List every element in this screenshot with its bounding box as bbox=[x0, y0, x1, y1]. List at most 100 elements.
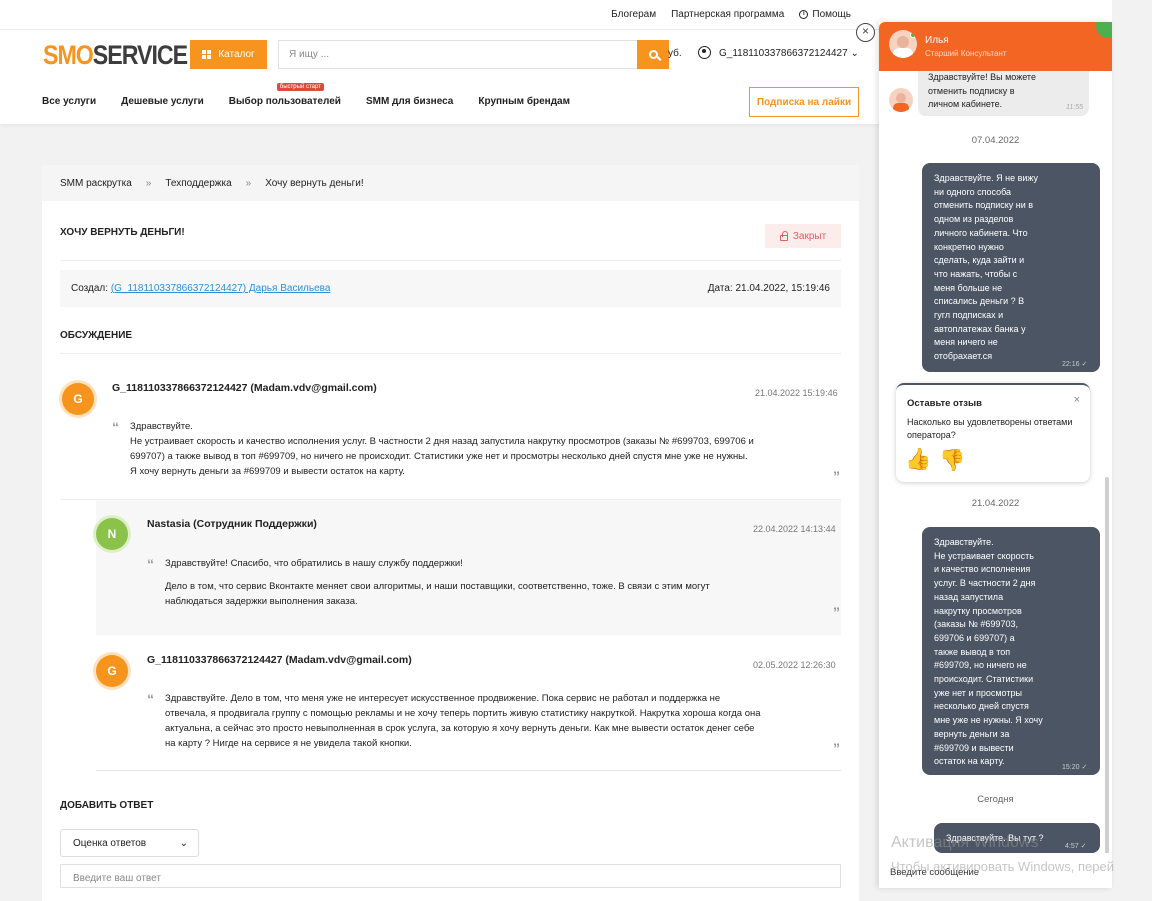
message-line: 699707) а также вывод в топ #699709, но … bbox=[130, 451, 748, 462]
ticket-info: Создал: (G_118110337866372124427) Дарья … bbox=[60, 270, 841, 307]
chat-line: что нажать, чтобы с bbox=[934, 268, 1018, 279]
username-dropdown[interactable]: G_118110337866372124427 ⌄ bbox=[719, 48, 859, 59]
search-button[interactable] bbox=[637, 40, 669, 69]
chat-message-time: 15:20 ✓ bbox=[1062, 764, 1088, 771]
balance[interactable]: уб. bbox=[668, 48, 682, 59]
divider bbox=[96, 770, 841, 771]
nav-cheap-services[interactable]: Дешевые услуги bbox=[121, 96, 204, 107]
breadcrumb-separator: » bbox=[145, 177, 152, 189]
avatar: N bbox=[96, 518, 128, 550]
chat-line: личного кабинета. Что bbox=[934, 227, 1028, 238]
chat-line: 699706 и 699707) а bbox=[934, 632, 1015, 643]
ticket-title: ХОЧУ ВЕРНУТЬ ДЕНЬГИ! bbox=[60, 227, 185, 238]
nav-all-services[interactable]: Все услуги bbox=[42, 96, 96, 107]
quote-open-icon: “ bbox=[147, 556, 154, 572]
breadcrumb-smm[interactable]: SMM раскрутка bbox=[60, 178, 132, 189]
bloggers-link[interactable]: Блогерам bbox=[611, 9, 656, 20]
message-author: G_118110337866372124427 (Madam.vdv@gmail… bbox=[112, 382, 377, 394]
chat-scrollbar[interactable] bbox=[1105, 477, 1109, 872]
operator-avatar bbox=[889, 30, 917, 58]
quote-close-icon: ” bbox=[833, 468, 840, 484]
message-line: наблюдаться задержки выполнения заказа. bbox=[165, 596, 358, 607]
review-card: Оставьте отзыв × Насколько вы удовлетвор… bbox=[896, 383, 1090, 482]
message-date: 22.04.2022 14:13:44 bbox=[753, 524, 836, 534]
chat-line: Здравствуйте! Вы можете bbox=[928, 72, 1036, 82]
operator-name: Илья bbox=[925, 35, 949, 46]
message-spacer bbox=[165, 571, 710, 579]
chat-line: накрутку просмотров bbox=[934, 605, 1022, 616]
nav-users-choice[interactable]: Выбор пользователей быстрый старт bbox=[228, 83, 341, 107]
chat-line: #699709, но ничего не bbox=[934, 660, 1027, 671]
chat-line: #699709 и вывести bbox=[934, 742, 1014, 753]
ticket-date: Дата: 21.04.2022, 15:19:46 bbox=[707, 283, 830, 294]
chat-line: гугл подписках и bbox=[934, 310, 1004, 321]
rating-select[interactable]: Оценка ответов ⌄ bbox=[60, 829, 199, 857]
chat-line: вернуть деньги за bbox=[934, 728, 1010, 739]
message-author: G_118110337866372124427 (Madam.vdv@gmail… bbox=[147, 654, 412, 666]
windows-activation-watermark-sub: Чтобы активировать Windows, перей bbox=[891, 859, 1115, 874]
chat-line: отменить подписку в bbox=[928, 85, 1015, 96]
online-indicator bbox=[1096, 22, 1112, 38]
message-date: 02.05.2022 12:26:30 bbox=[753, 660, 836, 670]
grid-icon bbox=[202, 50, 212, 59]
chat-message-incoming: Здравствуйте! Вы можете отменить подписк… bbox=[918, 71, 1089, 116]
operator-avatar-small bbox=[889, 88, 913, 112]
message-line: актуальна, а сейчас это просто невыполне… bbox=[165, 723, 755, 734]
thumbs-up-icon[interactable]: 👍 bbox=[905, 449, 931, 470]
chat-close-button[interactable]: × bbox=[856, 23, 875, 42]
breadcrumb: SMM раскрутка » Техподдержка » Хочу верн… bbox=[42, 165, 859, 201]
subscribe-likes-button[interactable]: Подписка на лайки bbox=[749, 87, 859, 117]
chat-line: также вывод в топ bbox=[934, 646, 1011, 657]
chat-line: списались деньги ? В bbox=[934, 296, 1025, 307]
search-input[interactable]: Я ищу ... bbox=[278, 40, 637, 69]
quote-open-icon: “ bbox=[112, 419, 119, 435]
nav-users-choice-label: Выбор пользователей bbox=[228, 96, 341, 107]
message-line: Здравствуйте. bbox=[130, 421, 193, 432]
message-text: Здравствуйте! Спасибо, что обратились в … bbox=[165, 556, 710, 609]
message-line: на карту ? Нигде на сервисе я не увидела… bbox=[165, 738, 412, 749]
discussion-title: ОБСУЖДЕНИЕ bbox=[60, 330, 133, 341]
main-nav: Все услуги Дешевые услуги Выбор пользова… bbox=[42, 83, 570, 107]
creator-link[interactable]: (G_118110337866372124427) Дарья Васильев… bbox=[111, 283, 331, 294]
chat-line: и качество исполнения bbox=[934, 564, 1031, 575]
chat-line: услуг. В частности 2 дня bbox=[934, 578, 1036, 589]
chat-date-separator: Сегодня bbox=[977, 794, 1014, 805]
catalog-button[interactable]: Каталог bbox=[190, 40, 267, 69]
nav-smm-business[interactable]: SMM для бизнеса bbox=[366, 96, 453, 107]
chevron-down-icon: ⌄ bbox=[179, 837, 188, 849]
close-icon[interactable]: × bbox=[1074, 394, 1080, 406]
info-icon: i bbox=[799, 10, 809, 19]
chat-line: отменить подписку ни в bbox=[934, 200, 1034, 211]
help-label: Помощь bbox=[812, 9, 851, 20]
status-label: Закрыт bbox=[792, 230, 827, 242]
logo[interactable]: SMOSERVICE bbox=[43, 40, 188, 71]
message-text: Здравствуйте. Дело в том, что меня уже н… bbox=[165, 691, 761, 751]
reply-input[interactable]: Введите ваш ответ bbox=[60, 864, 841, 888]
chat-line: ни одного способа bbox=[934, 186, 1012, 197]
chat-line: Не устраивает скорость bbox=[934, 550, 1034, 561]
help-link[interactable]: i Помощь bbox=[799, 9, 851, 20]
chat-line: меня больше не bbox=[934, 282, 1003, 293]
add-reply-title: ДОБАВИТЬ ОТВЕТ bbox=[60, 800, 154, 811]
chat-header: Илья Старший Консультант bbox=[879, 22, 1112, 71]
chat-message-outgoing: Здравствуйте. Я не вижу ни одного способ… bbox=[922, 163, 1100, 372]
chat-line: автоплатежах банка у bbox=[934, 323, 1026, 334]
chat-line: Здравствуйте. bbox=[934, 537, 994, 547]
partner-link[interactable]: Партнерская программа bbox=[671, 9, 784, 20]
breadcrumb-support[interactable]: Техподдержка bbox=[165, 178, 231, 189]
top-links: Блогерам Партнерская программа i Помощь bbox=[611, 9, 851, 20]
chat-message-outgoing: Здравствуйте. Не устраивает скорость и к… bbox=[922, 527, 1100, 775]
chat-line: Здравствуйте. Я не вижу bbox=[934, 173, 1039, 183]
chat-line: личном кабинете. bbox=[928, 99, 1003, 109]
chat-line: назад запустила bbox=[934, 591, 1004, 602]
chat-date-separator: 07.04.2022 bbox=[971, 135, 1020, 146]
quote-open-icon: “ bbox=[147, 691, 154, 707]
creator-info: Создал: (G_118110337866372124427) Дарья … bbox=[71, 283, 330, 294]
thumbs-down-icon[interactable]: 👍 bbox=[939, 448, 965, 471]
user-icon[interactable] bbox=[698, 46, 711, 59]
logo-part-b: SERVICE bbox=[92, 40, 188, 70]
message-line: Здравствуйте! Спасибо, что обратились в … bbox=[165, 558, 463, 569]
quote-close-icon: ” bbox=[833, 604, 840, 620]
rating-select-value: Оценка ответов bbox=[73, 837, 147, 849]
nav-big-brands[interactable]: Крупным брендам bbox=[478, 96, 570, 107]
